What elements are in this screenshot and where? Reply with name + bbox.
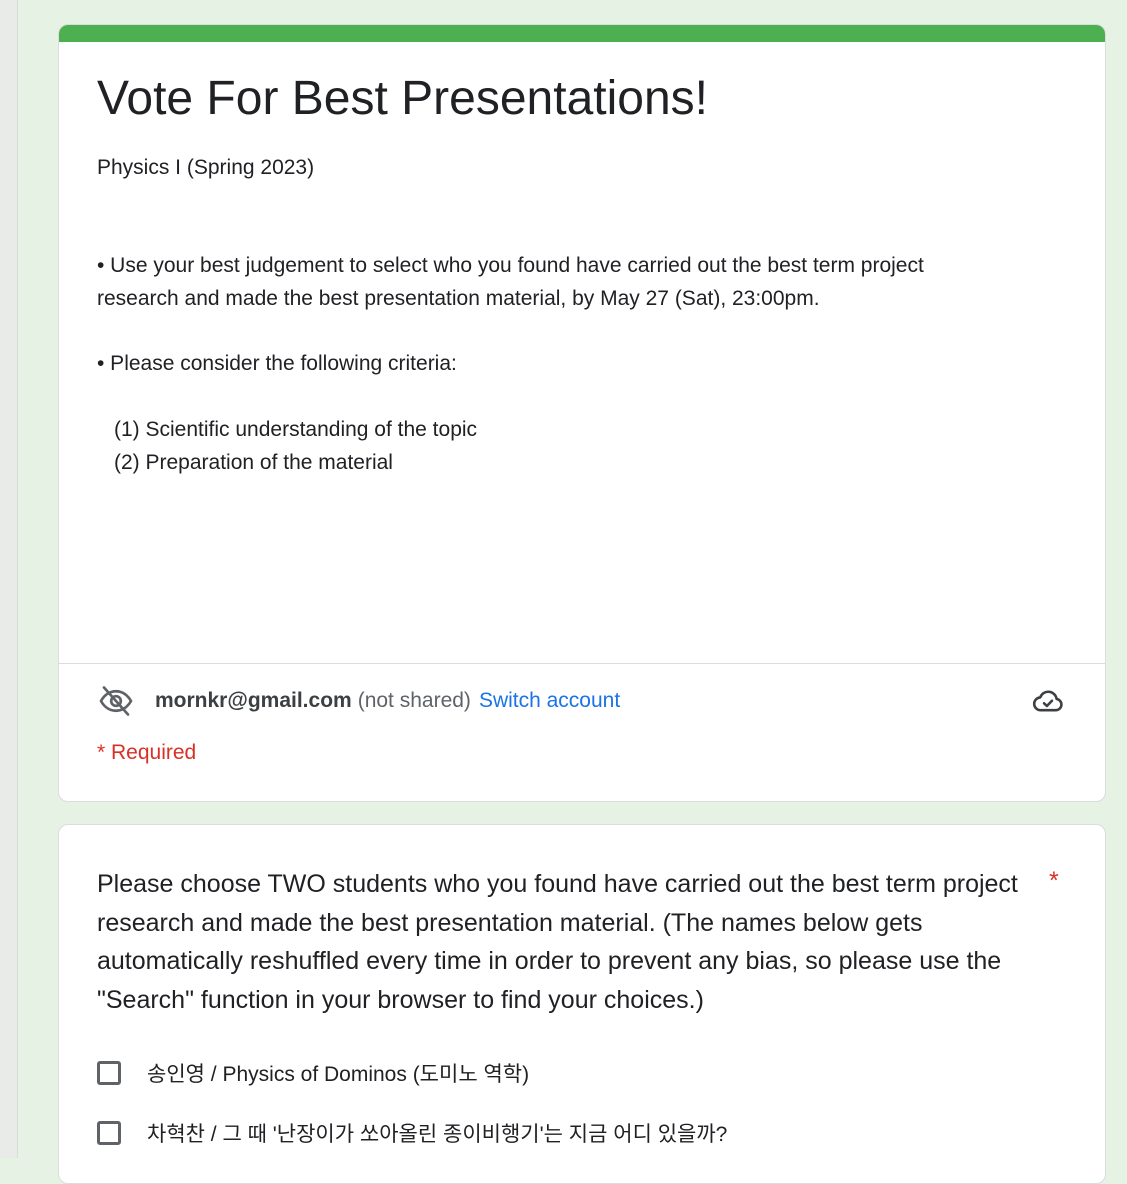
page-left-gutter	[0, 0, 18, 1158]
checkbox[interactable]	[97, 1061, 121, 1085]
cloud-check-icon	[1029, 682, 1067, 720]
question-text: Please choose TWO students who you found…	[97, 870, 1018, 1014]
criteria-item-1: (1) Scientific understanding of the topi…	[114, 418, 478, 441]
description-line-2: research and made the best presentation …	[97, 287, 820, 310]
switch-account-link[interactable]: Switch account	[479, 689, 620, 713]
required-note: * Required	[97, 741, 197, 764]
account-email: mornkr@gmail.com	[155, 689, 352, 712]
checkbox[interactable]	[97, 1121, 121, 1145]
accent-bar	[59, 25, 1105, 42]
option-chahyukchan[interactable]: 차혁찬 / 그 때 '난장이가 쏘아올린 종이비행기'는 지금 어디 있을까?	[97, 1115, 727, 1151]
option-label: 차혁찬 / 그 때 '난장이가 쏘아올린 종이비행기'는 지금 어디 있을까?	[147, 1123, 728, 1146]
form-subtitle: Physics I (Spring 2023)	[97, 156, 315, 179]
required-star: *	[1049, 867, 1059, 895]
eye-off-icon	[97, 682, 135, 720]
description-line-3: • Please consider the following criteria…	[97, 352, 457, 375]
header-divider	[59, 663, 1105, 664]
criteria-item-2: (2) Preparation of the material	[114, 451, 393, 474]
option-songinyoung[interactable]: 송인영 / Physics of Dominos (도미노 역학)	[97, 1055, 529, 1091]
question-card: Please choose TWO students who you found…	[58, 824, 1106, 1184]
account-row: mornkr@gmail.com (not shared) Switch acc…	[97, 681, 1067, 721]
form-title: Vote For Best Presentations!	[97, 72, 708, 125]
option-label: 송인영 / Physics of Dominos (도미노 역학)	[147, 1063, 530, 1086]
form-header-card: Vote For Best Presentations! Physics I (…	[58, 24, 1106, 802]
description-line-1: • Use your best judgement to select who …	[97, 254, 924, 277]
not-shared-label: (not shared)	[357, 689, 471, 712]
